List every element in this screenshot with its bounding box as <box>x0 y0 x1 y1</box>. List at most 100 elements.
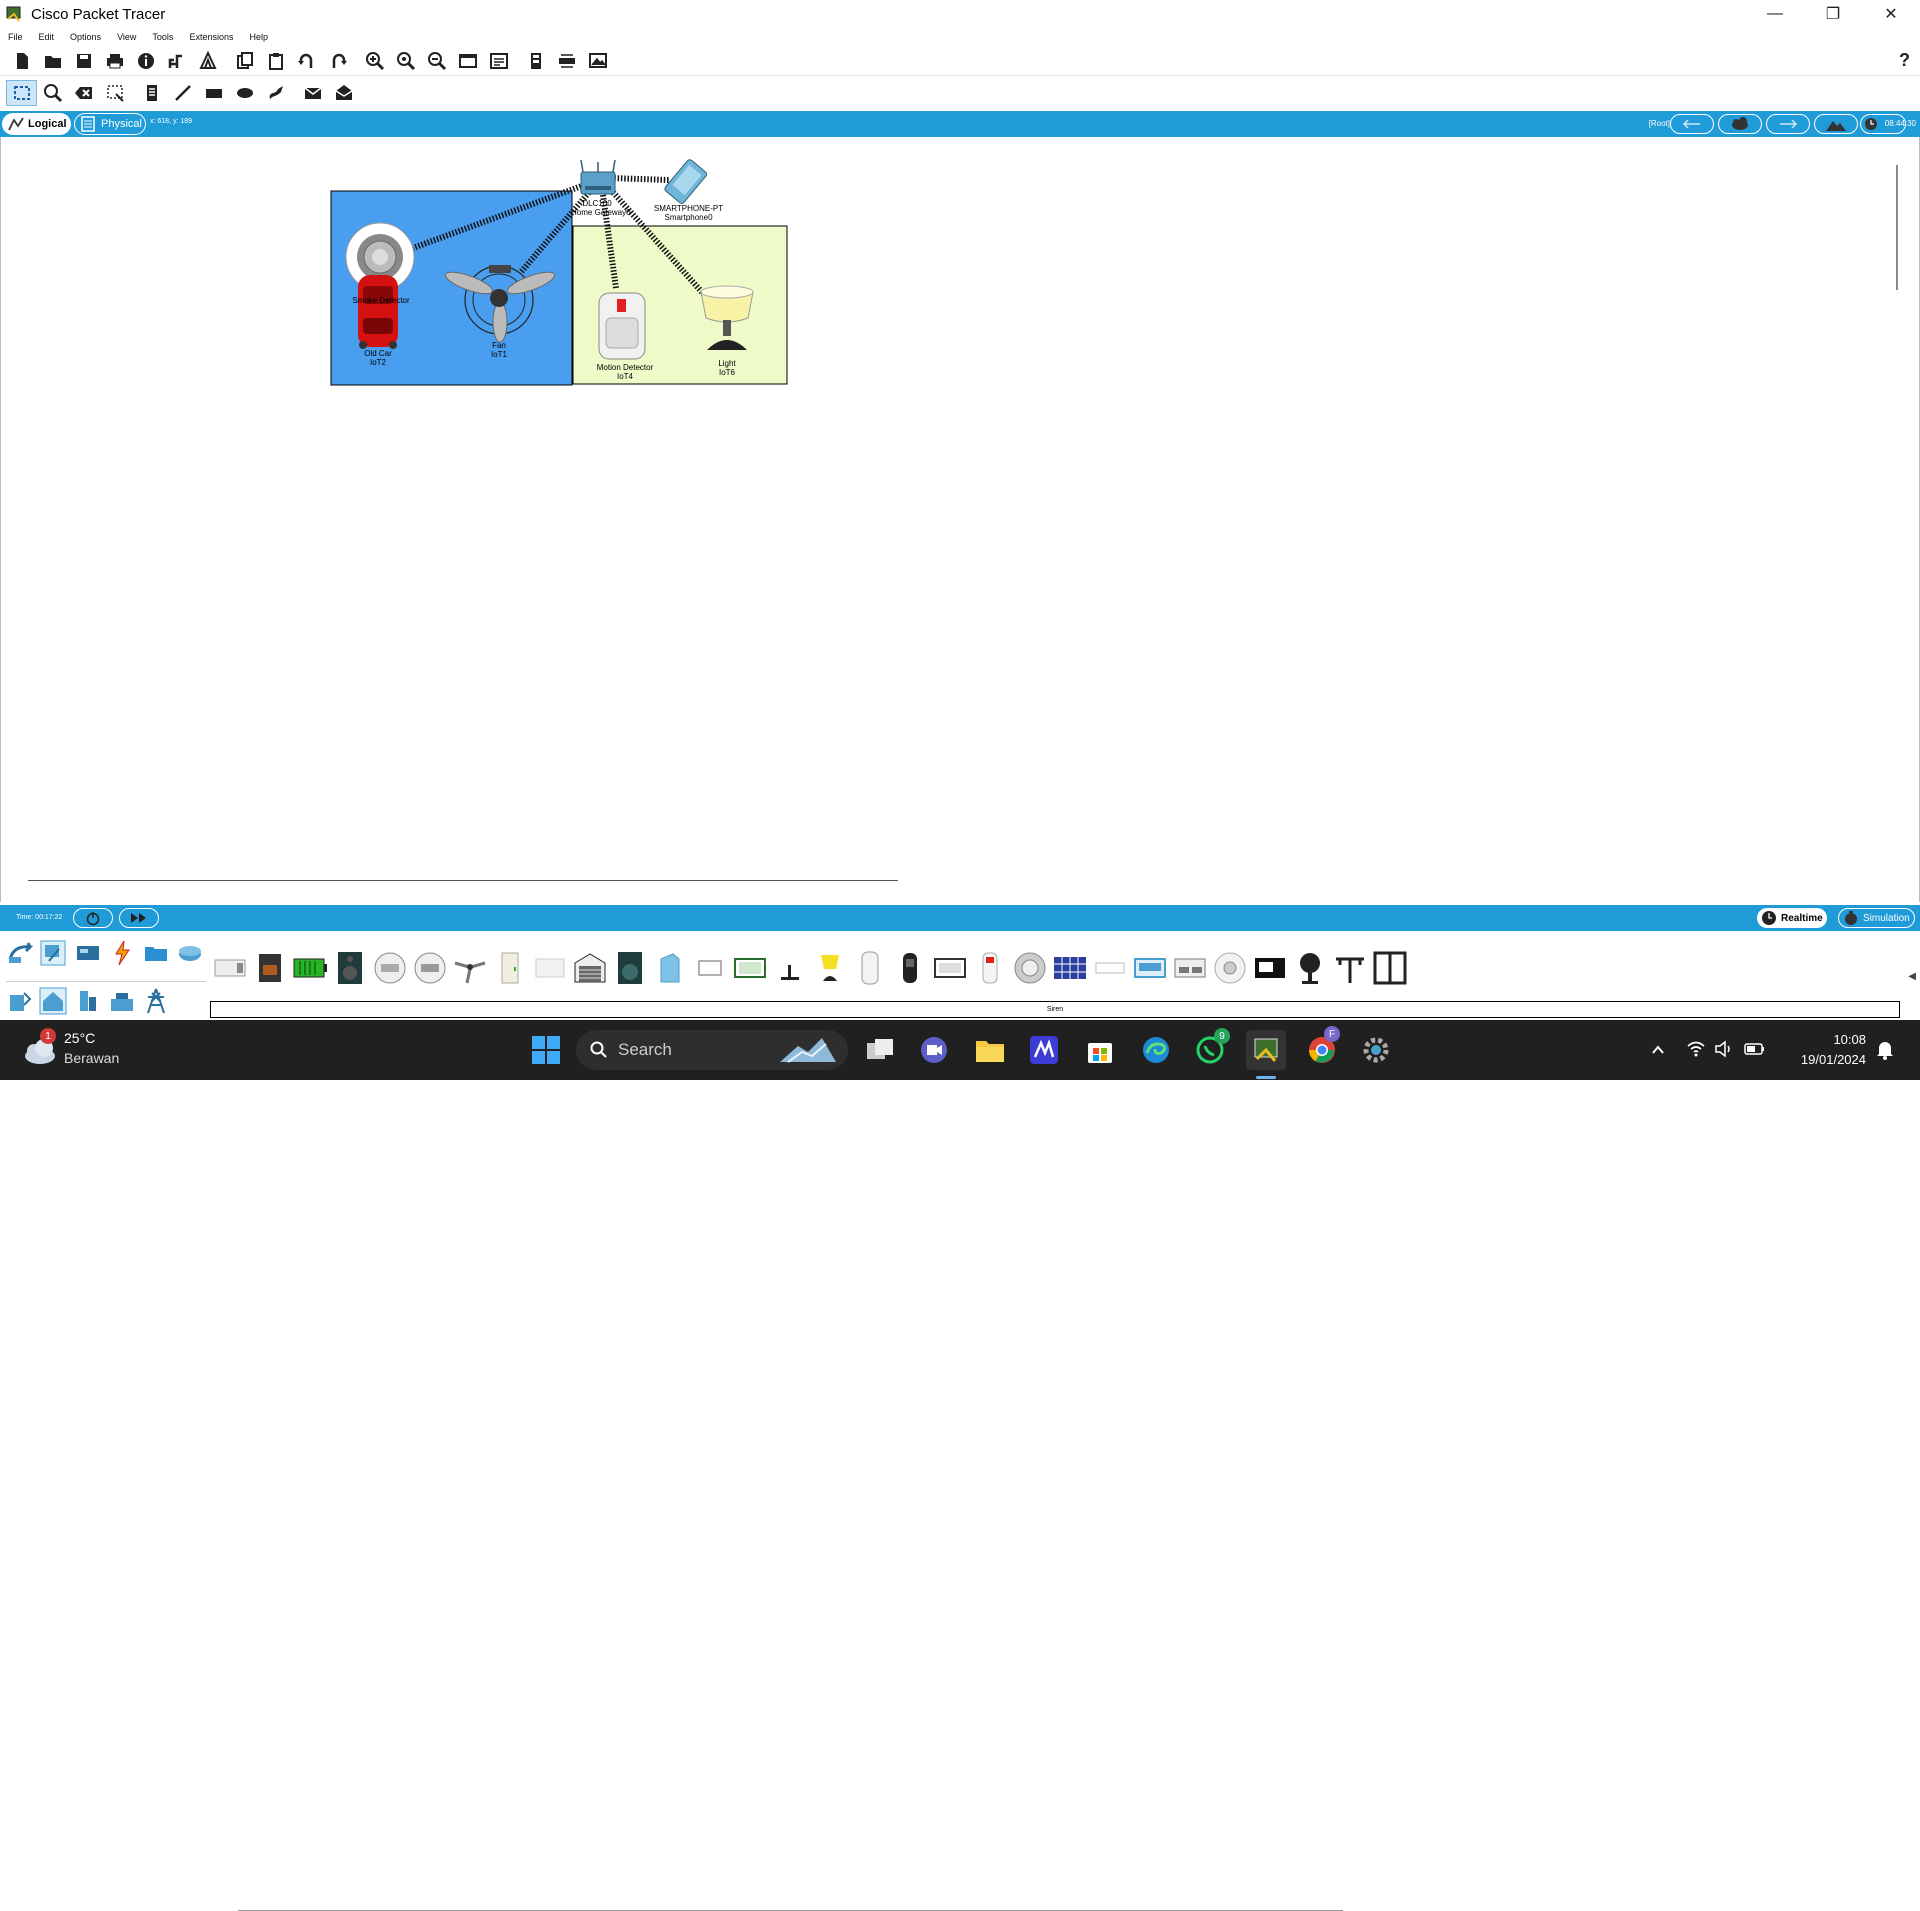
home-gateway-device[interactable] <box>580 159 616 195</box>
lawn-sprinkler-device-icon[interactable] <box>773 951 807 985</box>
miscellaneous-category-icon[interactable] <box>142 939 170 967</box>
old-car-device[interactable] <box>358 275 398 349</box>
wifi-icon[interactable] <box>1686 1040 1706 1058</box>
minimize-button[interactable]: — <box>1746 0 1804 28</box>
print-button[interactable] <box>99 48 130 74</box>
webcam-stand-device-icon[interactable] <box>1293 951 1327 985</box>
simulation-mode-button[interactable]: Simulation <box>1838 908 1915 928</box>
close-button[interactable]: ✕ <box>1862 0 1920 28</box>
settings-button[interactable] <box>1356 1030 1396 1070</box>
new-file-button[interactable] <box>6 48 37 74</box>
components-category-icon[interactable] <box>74 939 102 967</box>
store-button[interactable] <box>1080 1030 1120 1070</box>
detector-a-device-icon[interactable] <box>373 951 407 985</box>
menu-file[interactable]: File <box>8 32 23 42</box>
window-unit-device-icon[interactable] <box>1133 951 1167 985</box>
freeform-button[interactable] <box>260 80 291 106</box>
delete-tool-button[interactable] <box>68 80 99 106</box>
app-m-button[interactable] <box>1024 1030 1064 1070</box>
tab-physical[interactable]: Physical <box>74 113 146 135</box>
viewport-button[interactable] <box>520 48 551 74</box>
zoom-in-button[interactable] <box>359 48 390 74</box>
task-view-button[interactable] <box>860 1030 900 1070</box>
resize-shape-button[interactable] <box>99 80 130 106</box>
portable-speaker-device-icon[interactable] <box>893 951 927 985</box>
menu-help[interactable]: Help <box>249 32 268 42</box>
workspace-vertical-scrollbar[interactable] <box>1896 165 1898 290</box>
web-cam-device-icon[interactable] <box>733 951 767 985</box>
panel-collapse-arrow-icon[interactable]: ◀ <box>1908 971 1916 982</box>
zoom-out-button[interactable] <box>421 48 452 74</box>
ipc-button[interactable] <box>582 48 613 74</box>
menu-extensions[interactable]: Extensions <box>189 32 233 42</box>
menu-tools[interactable]: Tools <box>152 32 173 42</box>
smartphone-device[interactable] <box>664 158 708 204</box>
edge-button[interactable] <box>1136 1030 1176 1070</box>
logical-workspace[interactable]: DLC100 Home Gateway0 SMARTPHONE-PT Smart… <box>0 137 1920 902</box>
restore-button[interactable]: ❐ <box>1804 0 1862 28</box>
siren-device-icon[interactable] <box>1093 951 1127 985</box>
new-cluster-button[interactable] <box>1718 114 1762 134</box>
add-complex-pdu-button[interactable] <box>328 80 359 106</box>
fast-forward-button[interactable] <box>119 908 159 928</box>
motion-detector-device[interactable] <box>598 292 646 360</box>
monitor-device-icon[interactable] <box>693 951 727 985</box>
power-cycle-button[interactable] <box>73 908 113 928</box>
meet-button[interactable] <box>914 1030 954 1070</box>
light-device-icon[interactable] <box>813 951 847 985</box>
industrial-subcategory-icon[interactable] <box>108 987 136 1015</box>
detector-b-device-icon[interactable] <box>413 951 447 985</box>
tv-device-icon[interactable] <box>933 951 967 985</box>
start-button[interactable] <box>526 1030 566 1070</box>
network-info-button[interactable] <box>161 48 192 74</box>
home-subcategory-icon[interactable] <box>39 987 67 1015</box>
root-breadcrumb[interactable]: [Root] <box>1649 119 1670 128</box>
add-simple-pdu-button[interactable] <box>297 80 328 106</box>
battery-device-icon[interactable] <box>293 951 327 985</box>
speaker-device-icon[interactable] <box>333 951 367 985</box>
move-object-button[interactable] <box>1766 114 1810 134</box>
end-devices-category-icon[interactable] <box>39 939 67 967</box>
chevron-up-icon[interactable] <box>1650 1042 1666 1058</box>
taskbar-clock[interactable]: 10:08 19/01/2024 <box>1801 1030 1866 1070</box>
network-devices-category-icon[interactable] <box>6 939 34 967</box>
battery-icon[interactable] <box>1744 1041 1766 1057</box>
coffee-maker-device-icon[interactable] <box>253 951 287 985</box>
appliance-device-icon[interactable] <box>213 951 247 985</box>
open-file-button[interactable] <box>37 48 68 74</box>
smart-city-subcategory-icon[interactable] <box>74 987 102 1015</box>
set-background-button[interactable] <box>1814 114 1858 134</box>
back-button[interactable] <box>1670 114 1714 134</box>
multiuser-category-icon[interactable] <box>176 939 204 967</box>
solar-panel-device-icon[interactable] <box>1053 951 1087 985</box>
connections-category-icon[interactable] <box>108 939 136 967</box>
menu-edit[interactable]: Edit <box>39 32 55 42</box>
garage-door-device-icon[interactable] <box>573 951 607 985</box>
window-device-icon[interactable] <box>533 951 567 985</box>
draw-rectangle-button[interactable] <box>198 80 229 106</box>
activity-wizard-button[interactable] <box>192 48 223 74</box>
redo-button[interactable] <box>322 48 353 74</box>
paste-button[interactable] <box>260 48 291 74</box>
power-grid-subcategory-icon[interactable] <box>142 987 170 1015</box>
tab-logical[interactable]: Logical <box>2 113 71 135</box>
workspace-horizontal-scrollbar[interactable] <box>28 880 898 881</box>
antenna-device-icon[interactable] <box>1333 951 1367 985</box>
ceiling-fan-device-icon[interactable] <box>453 951 487 985</box>
draw-line-button[interactable] <box>167 80 198 106</box>
place-note-button[interactable] <box>136 80 167 106</box>
custom-device-dialog-button[interactable] <box>483 48 514 74</box>
round-sensor-device-icon[interactable] <box>1013 951 1047 985</box>
wall-unit-device-icon[interactable] <box>1173 951 1207 985</box>
thermostat-device-icon[interactable] <box>973 951 1007 985</box>
volume-icon[interactable] <box>1714 1040 1734 1058</box>
packet-tracer-taskbar-button[interactable] <box>1246 1030 1286 1070</box>
motion-sensor-device-icon[interactable] <box>853 951 887 985</box>
home-speaker-device-icon[interactable] <box>613 951 647 985</box>
flat-screen-device-icon[interactable] <box>1253 951 1287 985</box>
copy-button[interactable] <box>229 48 260 74</box>
info-button[interactable] <box>130 48 161 74</box>
double-door-device-icon[interactable] <box>1373 951 1407 985</box>
save-button[interactable] <box>68 48 99 74</box>
realtime-mode-button[interactable]: Realtime <box>1757 908 1827 928</box>
